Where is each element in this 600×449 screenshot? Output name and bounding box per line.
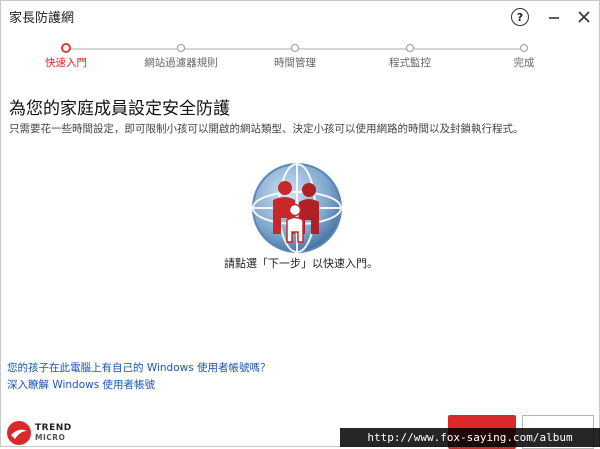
step-dot-time-management [291, 44, 299, 52]
page-heading: 為您的家庭成員設定安全防護 [9, 99, 230, 119]
site-watermark: http://www.fox-saying.com/album [340, 428, 600, 447]
step-label-web-filter: 網站過濾器規則 [144, 57, 218, 69]
title-bar: 家長防護網 ? [1, 1, 599, 33]
brand-name-line2: MICRO [35, 433, 66, 442]
close-button[interactable] [573, 6, 595, 28]
trend-micro-logo-icon [7, 421, 31, 445]
window-title: 家長防護網 [9, 11, 75, 26]
close-icon [578, 11, 590, 23]
learn-windows-accounts-link[interactable]: 深入瞭解 Windows 使用者帳號 [7, 377, 155, 392]
minimize-icon [549, 17, 559, 19]
step-dot-program-monitor [406, 44, 414, 52]
help-button[interactable]: ? [509, 6, 531, 28]
family-globe-icon [249, 160, 345, 256]
question-circle-icon: ? [511, 8, 529, 26]
step-dot-quick-start [61, 43, 71, 53]
next-step-prompt: 請點選「下一步」以快速入門。 [224, 257, 378, 270]
step-dot-finish [520, 44, 528, 52]
minimize-button[interactable] [543, 6, 565, 28]
step-label-time-management: 時間管理 [274, 57, 316, 69]
step-dot-web-filter [177, 44, 185, 52]
wizard-stepper: 快速入門 網站過濾器規則 時間管理 程式監控 完成 [1, 41, 600, 71]
own-account-link[interactable]: 您的孩子在此電腦上有自己的 Windows 使用者帳號嗎？ [7, 360, 271, 375]
step-label-quick-start: 快速入門 [45, 57, 87, 69]
page-description: 只需要花一些時間設定，即可限制小孩可以開啟的網站類型、決定小孩可以使用網路的時間… [9, 123, 524, 135]
parental-controls-window: 家長防護網 ? 快速入門 網站過濾器規則 時間管理 程式監控 完成 為您的家庭成… [0, 0, 600, 449]
brand-name-line1: TREND [35, 423, 72, 433]
trend-micro-logo: TREND MICRO [5, 417, 95, 445]
step-label-program-monitor: 程式監控 [389, 57, 431, 69]
step-label-finish: 完成 [513, 57, 535, 69]
